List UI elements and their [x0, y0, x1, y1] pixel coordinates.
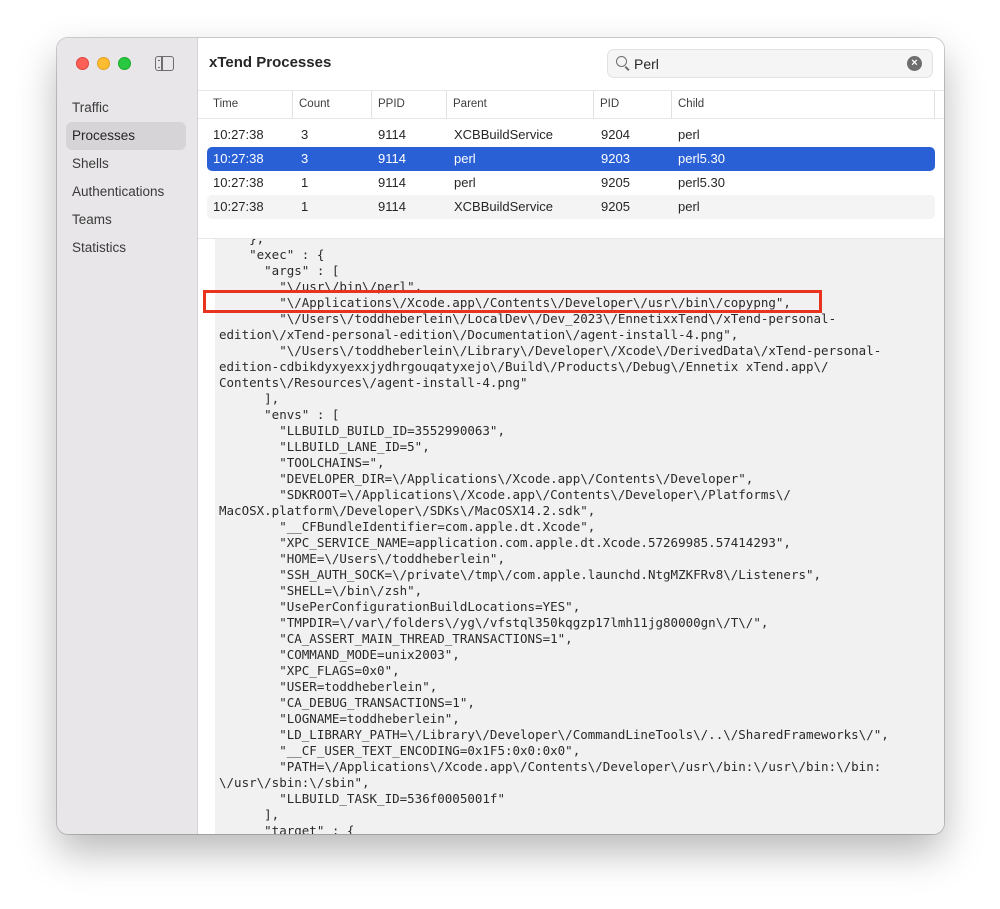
process-detail-json[interactable]: }, "exec" : { "args" : [ "\/usr\/bin\/pe…: [215, 239, 944, 834]
zoom-window-button[interactable]: [118, 57, 131, 70]
json-line: "COMMAND_MODE=unix2003",: [219, 647, 460, 662]
cell-parent: XCBBuildService: [454, 127, 553, 142]
json-line: "USER=toddheberlein",: [219, 679, 438, 694]
cell-ppid: 9114: [378, 127, 406, 142]
process-table: Time Count PPID Parent PID Child 10:27:3…: [198, 90, 944, 239]
cell-count: 3: [301, 127, 309, 142]
cell-count: 1: [301, 199, 309, 214]
json-line: "args" : [: [219, 263, 340, 278]
search-icon: [616, 56, 627, 67]
search-field[interactable]: ×: [607, 49, 933, 78]
json-line: "TOOLCHAINS=",: [219, 455, 385, 470]
json-line: "UsePerConfigurationBuildLocations=YES",: [219, 599, 581, 614]
json-line: "exec" : {: [219, 247, 325, 262]
cell-pid: 9205: [601, 199, 630, 214]
column-header-ppid[interactable]: PPID: [372, 91, 447, 118]
json-line: "\/Applications\/Xcode.app\/Contents\/De…: [219, 295, 791, 310]
table-row[interactable]: 10:27:38 3 9114 XCBBuildService 9204 per…: [207, 123, 935, 147]
json-line: "PATH=\/Applications\/Xcode.app\/Content…: [219, 759, 882, 774]
json-line: "LD_LIBRARY_PATH=\/Library\/Developer\/C…: [219, 727, 889, 742]
json-line: "\/usr\/bin\/perl",: [219, 279, 423, 294]
cell-child: perl: [678, 127, 700, 142]
table-row[interactable]: 10:27:38 1 9114 perl 9205 perl5.30: [207, 171, 935, 195]
json-line: "CA_DEBUG_TRANSACTIONS=1",: [219, 695, 475, 710]
table-row[interactable]: 10:27:38 1 9114 XCBBuildService 9205 per…: [207, 195, 935, 219]
json-line: "XPC_SERVICE_NAME=application.com.apple.…: [219, 535, 791, 550]
json-line: "SSH_AUTH_SOCK=\/private\/tmp\/com.apple…: [219, 567, 822, 582]
sidebar: Traffic Processes Shells Authentications…: [57, 38, 198, 834]
cell-time: 10:27:38: [213, 199, 264, 214]
json-line: Contents\/Resources\/agent-install-4.png…: [219, 375, 528, 390]
cell-parent: perl: [454, 151, 476, 166]
json-line: "SDKROOT=\/Applications\/Xcode.app\/Cont…: [219, 487, 791, 502]
cell-child: perl5.30: [678, 175, 725, 190]
window-title: xTend Processes: [209, 54, 332, 71]
json-line: MacOSX.platform\/Developer\/SDKs\/MacOSX…: [219, 503, 596, 518]
cell-ppid: 9114: [378, 175, 406, 190]
json-line: "\/Users\/toddheberlein\/Library\/Develo…: [219, 343, 882, 358]
sidebar-nav: Traffic Processes Shells Authentications…: [66, 94, 186, 262]
json-line: "envs" : [: [219, 407, 340, 422]
json-line: "__CF_USER_TEXT_ENCODING=0x1F5:0x0:0x0",: [219, 743, 581, 758]
column-header-child[interactable]: Child: [672, 91, 935, 118]
search-input[interactable]: [634, 54, 894, 73]
cell-time: 10:27:38: [213, 175, 264, 190]
json-line: ],: [219, 391, 280, 406]
clear-search-icon[interactable]: ×: [907, 56, 922, 71]
json-line: "HOME=\/Users\/toddheberlein",: [219, 551, 505, 566]
column-header-count[interactable]: Count: [293, 91, 372, 118]
sidebar-item-processes[interactable]: Processes: [66, 122, 186, 150]
json-line: },: [219, 239, 264, 246]
window-controls: [76, 57, 131, 70]
json-line: "LLBUILD_BUILD_ID=3552990063",: [219, 423, 505, 438]
table-row-selected[interactable]: 10:27:38 3 9114 perl 9203 perl5.30: [207, 147, 935, 171]
cell-ppid: 9114: [378, 151, 406, 166]
cell-pid: 9203: [601, 151, 630, 166]
column-header-parent[interactable]: Parent: [447, 91, 594, 118]
column-header-pid[interactable]: PID: [594, 91, 672, 118]
cell-time: 10:27:38: [213, 151, 264, 166]
json-line: "TMPDIR=\/var\/folders\/yg\/vfstql350kqg…: [219, 615, 769, 630]
cell-parent: perl: [454, 175, 476, 190]
json-line: "LLBUILD_LANE_ID=5",: [219, 439, 430, 454]
cell-count: 1: [301, 175, 309, 190]
toolbar: xTend Processes ×: [198, 38, 944, 90]
cell-pid: 9204: [601, 127, 630, 142]
app-window: Traffic Processes Shells Authentications…: [57, 38, 944, 834]
json-line: \/usr\/sbin:\/sbin",: [219, 775, 370, 790]
cell-child: perl: [678, 199, 700, 214]
cell-count: 3: [301, 151, 309, 166]
json-line: edition-cdbikdyxyexxjydhrgouqatyxejo\/Bu…: [219, 359, 829, 374]
json-line: "\/Users\/toddheberlein\/LocalDev\/Dev_2…: [219, 311, 837, 326]
cell-ppid: 9114: [378, 199, 406, 214]
json-line: "__CFBundleIdentifier=com.apple.dt.Xcode…: [219, 519, 596, 534]
cell-pid: 9205: [601, 175, 630, 190]
json-line: edition\/xTend-personal-edition\/Documen…: [219, 327, 739, 342]
sidebar-item-authentications[interactable]: Authentications: [66, 178, 186, 206]
json-text: }, "exec" : { "args" : [ "\/usr\/bin\/pe…: [219, 239, 889, 834]
main-content: xTend Processes × Time Count PPID Parent…: [198, 38, 944, 834]
cell-time: 10:27:38: [213, 127, 264, 142]
cell-child: perl5.30: [678, 151, 725, 166]
json-line: ],: [219, 807, 280, 822]
table-header: Time Count PPID Parent PID Child: [198, 90, 944, 119]
sidebar-item-traffic[interactable]: Traffic: [66, 94, 186, 122]
sidebar-toggle-icon[interactable]: [155, 56, 174, 71]
sidebar-item-shells[interactable]: Shells: [66, 150, 186, 178]
json-line: "LLBUILD_TASK_ID=536f0005001f": [219, 791, 505, 806]
json-line: "DEVELOPER_DIR=\/Applications\/Xcode.app…: [219, 471, 754, 486]
json-line: "XPC_FLAGS=0x0",: [219, 663, 400, 678]
cell-parent: XCBBuildService: [454, 199, 553, 214]
column-header-time[interactable]: Time: [207, 91, 293, 118]
close-window-button[interactable]: [76, 57, 89, 70]
sidebar-item-teams[interactable]: Teams: [66, 206, 186, 234]
json-line: "target" : {: [219, 823, 355, 834]
json-line: "SHELL=\/bin\/zsh",: [219, 583, 423, 598]
json-line: "CA_ASSERT_MAIN_THREAD_TRANSACTIONS=1",: [219, 631, 573, 646]
minimize-window-button[interactable]: [97, 57, 110, 70]
sidebar-item-statistics[interactable]: Statistics: [66, 234, 186, 262]
json-line: "LOGNAME=toddheberlein",: [219, 711, 460, 726]
